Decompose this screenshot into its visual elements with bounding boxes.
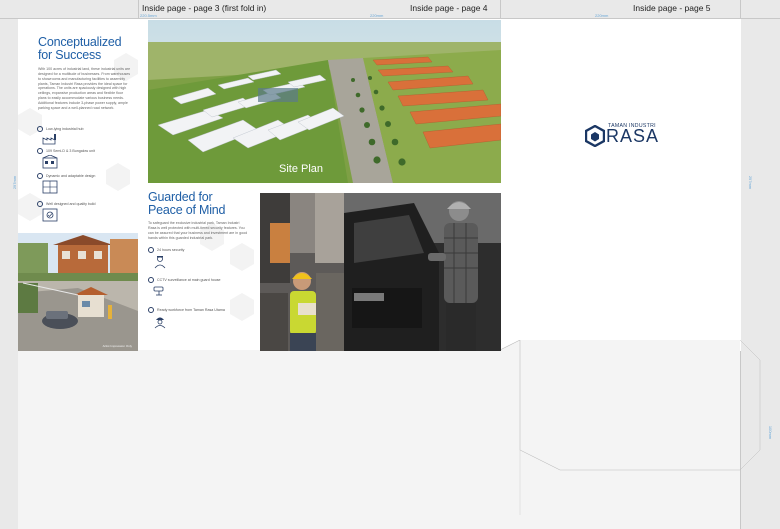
worker-icon xyxy=(154,317,166,329)
bullet-icon xyxy=(37,173,43,179)
security-guard-icon xyxy=(154,256,166,269)
page4-heading-line2: Peace of Mind xyxy=(148,202,226,217)
page4-label: Inside page - page 4 xyxy=(410,3,488,13)
pocket-flap-outline xyxy=(18,340,761,529)
feature-item: 109 Semi-D & 3 Bungalow unit xyxy=(37,148,137,173)
taman-industri-rasa-logo: TAMAN INDUSTRI RASA xyxy=(585,121,665,151)
feature-label: 24 hours security xyxy=(157,248,185,252)
dim-side-right: 297mm xyxy=(748,175,754,190)
page3-label: Inside page - page 3 (first fold in) xyxy=(142,3,267,13)
building-icon xyxy=(42,155,58,169)
dim-top-right: 220mm xyxy=(595,13,609,18)
feature-item: Ready workforce from Taman Rasa Utama xyxy=(148,307,258,337)
dim-top-left: 220.5mm xyxy=(140,13,157,18)
quality-icon xyxy=(42,208,58,222)
man-truck-photo xyxy=(344,193,501,351)
design-icon xyxy=(42,180,58,194)
bullet-icon xyxy=(148,307,154,313)
page4-heading: Guarded for Peace of Mind xyxy=(148,191,226,217)
dim-side-left: 297mm xyxy=(12,175,18,190)
page5-label: Inside page - page 5 xyxy=(633,3,711,13)
page3-body: With 100 acres of industrial land, these… xyxy=(38,67,131,110)
feature-label: Well designed and quality build xyxy=(46,202,96,206)
page3-heading: Conceptualized for Success xyxy=(38,36,122,62)
feature-item: CCTV surveillance at main guard house xyxy=(148,277,258,307)
site-plan-aerial-photo: Site Plan xyxy=(148,20,501,183)
bullet-icon xyxy=(37,201,43,207)
feature-item: Dynamic and adaptable design xyxy=(37,173,137,201)
bullet-icon xyxy=(148,247,154,253)
feature-label: Dynamic and adaptable design xyxy=(46,174,96,178)
factory-icon xyxy=(42,134,56,145)
page3-heading-line2: for Success xyxy=(38,47,102,62)
guardhouse-photo: Artist Impression Only xyxy=(18,233,138,351)
photo-caption: Artist Impression Only xyxy=(102,344,132,348)
cctv-icon xyxy=(153,286,164,296)
bullet-icon xyxy=(37,126,43,132)
logo-big-text: RASA xyxy=(606,126,660,146)
bullet-icon xyxy=(37,148,43,154)
site-plan-label: Site Plan xyxy=(279,163,324,175)
page4-feature-list: 24 hours security CCTV surveillance at m… xyxy=(148,247,258,337)
feature-label: Ready workforce from Taman Rasa Utama xyxy=(157,308,225,312)
page3-feature-list: Low-lying industrial hub 109 Semi-D & 3 … xyxy=(37,126,137,223)
feature-label: 109 Semi-D & 3 Bungalow unit xyxy=(46,149,95,153)
feature-label: Low-lying industrial hub xyxy=(46,127,84,131)
feature-item: Well designed and quality build xyxy=(37,201,137,223)
feature-label: CCTV surveillance at main guard house xyxy=(157,278,221,282)
feature-item: Low-lying industrial hub xyxy=(37,126,137,148)
dim-top-mid: 220mm xyxy=(370,13,384,18)
bullet-icon xyxy=(148,277,154,283)
page4-body: To safeguard the exclusive industrial pa… xyxy=(148,221,248,240)
feature-item: 24 hours security xyxy=(148,247,258,277)
hexagon-logo-icon xyxy=(585,125,605,147)
female-worker-photo xyxy=(260,193,344,351)
